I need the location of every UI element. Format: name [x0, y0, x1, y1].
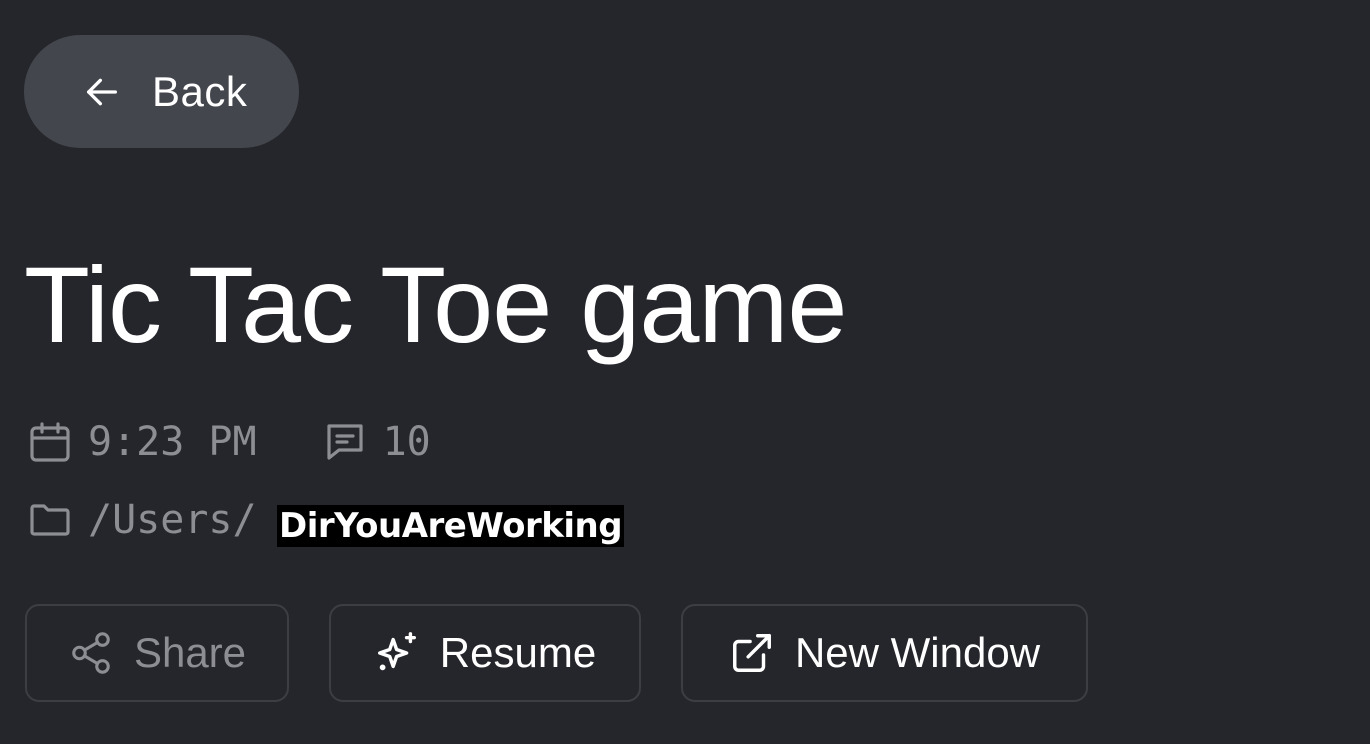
session-time-text: 9:23 PM: [88, 419, 257, 465]
session-meta: 9:23 PM 10: [26, 418, 431, 466]
resume-button[interactable]: Resume: [329, 604, 641, 702]
resume-button-label: Resume: [439, 629, 597, 676]
message-count: 10: [321, 418, 431, 466]
share-button[interactable]: Share: [25, 604, 289, 702]
working-directory-prefix: /Users/: [88, 497, 257, 543]
working-directory-item: /Users/: [26, 496, 257, 544]
message-icon: [321, 418, 369, 466]
working-directory: /Users/: [26, 496, 257, 544]
back-button[interactable]: Back: [24, 35, 299, 148]
session-time: 9:23 PM: [26, 418, 257, 466]
back-button-label: Back: [152, 67, 248, 115]
arrow-left-icon: [82, 72, 122, 112]
page-title: Tic Tac Toe game: [24, 244, 847, 365]
share-icon: [68, 630, 114, 676]
message-count-text: 10: [382, 419, 431, 465]
share-button-label: Share: [133, 629, 247, 676]
external-link-icon: [729, 630, 775, 676]
new-window-button[interactable]: New Window: [681, 604, 1088, 702]
action-bar: Share Resume New Window: [25, 604, 1088, 702]
new-window-button-label: New Window: [794, 629, 1041, 676]
redacted-path-label: DirYouAreWorking: [277, 505, 625, 547]
calendar-icon: [26, 418, 74, 466]
folder-icon: [26, 496, 74, 544]
sparkles-icon: [374, 630, 420, 676]
